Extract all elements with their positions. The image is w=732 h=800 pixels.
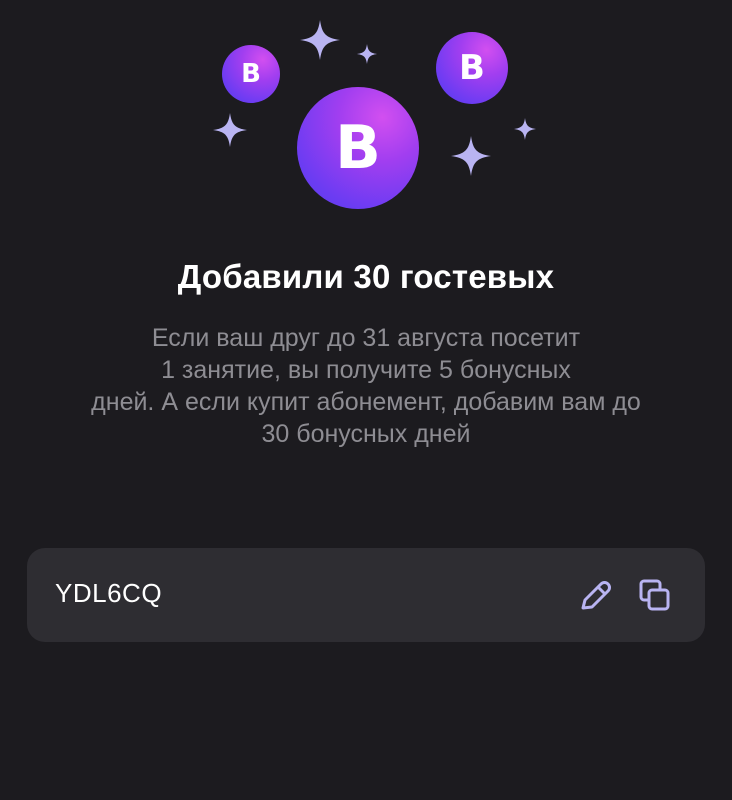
- copy-code-button[interactable]: [635, 576, 675, 616]
- copy-icon: [639, 579, 670, 611]
- referral-description: Если ваш друг до 31 августа посетит 1 за…: [91, 324, 641, 448]
- sparkle-icon: [357, 44, 377, 64]
- referral-code-card: YDL6CQ: [27, 548, 705, 642]
- page-title: Добавили 30 гостевых: [177, 258, 555, 295]
- coin-letter: B: [335, 113, 381, 183]
- sparkle-icon: [514, 118, 536, 140]
- coin-letter: B: [459, 48, 485, 88]
- pencil-icon: [581, 581, 611, 610]
- hero-illustration: B B B: [0, 0, 732, 240]
- sparkle-icon: [451, 136, 491, 176]
- brand-coin-icon: B: [436, 32, 508, 104]
- edit-code-button[interactable]: [575, 576, 615, 616]
- sparkle-icon: [300, 20, 340, 60]
- referral-code[interactable]: YDL6CQ: [55, 578, 162, 609]
- coin-letter: B: [241, 59, 261, 89]
- sparkle-icon: [213, 113, 247, 147]
- brand-coin-icon: B: [297, 87, 419, 209]
- brand-coin-icon: B: [222, 45, 280, 103]
- referral-screen: B B B Добавили 30 гостевых Если ваш друг…: [0, 0, 732, 800]
